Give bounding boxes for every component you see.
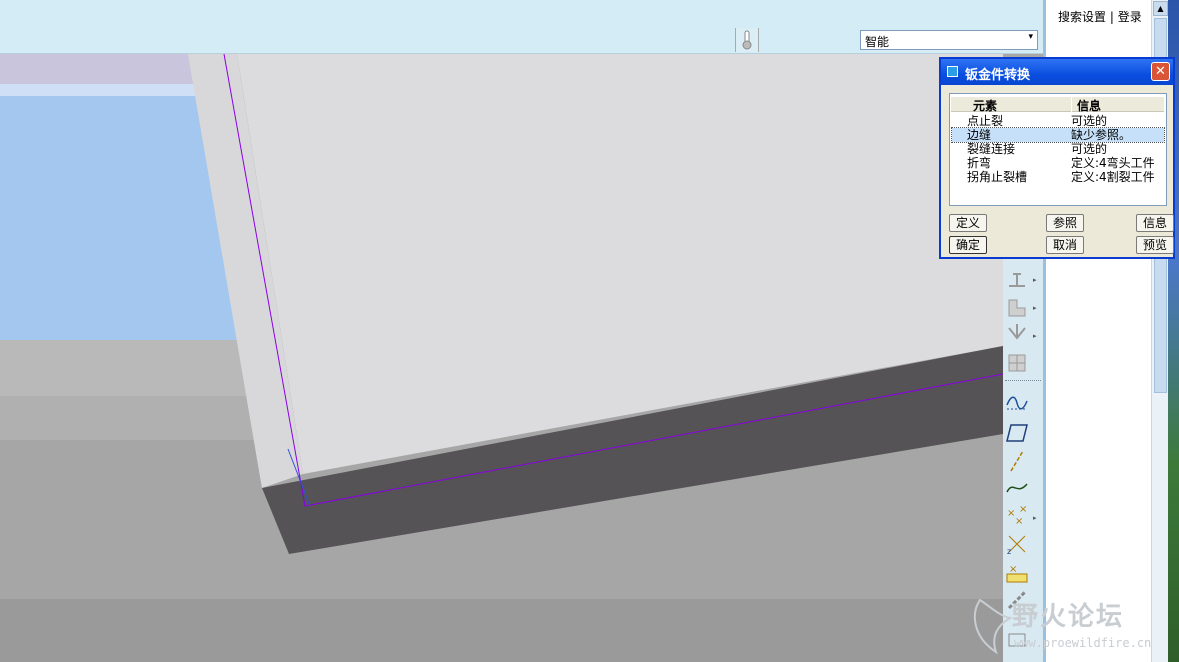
column-header-info[interactable]: 信息	[1072, 97, 1164, 113]
thermometer-icon[interactable]	[735, 28, 759, 52]
datum-axis-icon[interactable]	[1005, 449, 1029, 473]
list-item[interactable]: 裂缝连接 可选的	[952, 142, 1164, 156]
list-item[interactable]: 点止裂 可选的	[952, 114, 1164, 128]
selection-filter-dropdown[interactable]: 智能 ▾	[860, 30, 1038, 50]
scroll-up-icon[interactable]: ▲	[1153, 1, 1168, 16]
expand-arrow-icon[interactable]: ▸	[1033, 514, 1037, 522]
svg-text:×: ×	[1015, 516, 1023, 527]
element-name: 拐角止裂槽	[967, 170, 1028, 184]
selection-filter-value: 智能	[865, 35, 890, 49]
list-item[interactable]: 折弯 定义:4弯头工件	[952, 156, 1164, 170]
element-info: 定义:4弯头工件	[1071, 156, 1155, 170]
browser-links: 搜索设置 | 登录	[1058, 8, 1142, 25]
datum-curve-icon[interactable]	[1005, 476, 1029, 500]
chevron-down-icon[interactable]: ▾	[1028, 32, 1033, 42]
element-list: 元素 信息 点止裂 可选的 边缝 缺少参照。 裂缝连接 可选的 折弯 定义:4弯…	[949, 93, 1167, 206]
dialog-title: 钣金件转换	[965, 68, 1031, 83]
corner-relief-icon[interactable]	[1005, 351, 1029, 375]
cancel-button[interactable]: 取消	[1046, 236, 1084, 254]
preview-button[interactable]: 预览	[1136, 236, 1174, 254]
flange-icon[interactable]	[1005, 268, 1029, 292]
datum-point-icon[interactable]: ×××	[1005, 504, 1029, 528]
login-link[interactable]: 登录	[1118, 10, 1142, 24]
expand-arrow-icon[interactable]: ▸	[1033, 332, 1037, 340]
expand-arrow-icon[interactable]: ▸	[1033, 276, 1037, 284]
datum-point-field-icon[interactable]: ×	[1005, 560, 1029, 584]
datum-point-offset-icon[interactable]: z	[1005, 532, 1029, 556]
watermark-text: 野火论坛	[1012, 602, 1125, 632]
svg-text:z: z	[1007, 547, 1011, 556]
sketch-curve-icon[interactable]	[1005, 391, 1029, 415]
element-info: 可选的	[1071, 142, 1108, 156]
element-name: 边缝	[967, 128, 992, 142]
element-name: 点止裂	[967, 114, 1004, 128]
expand-arrow-icon[interactable]: ▸	[1033, 304, 1037, 312]
element-info: 定义:4割裂工件	[1071, 170, 1155, 184]
element-info: 缺少参照。	[1071, 128, 1132, 142]
ok-button[interactable]: 确定	[949, 236, 987, 254]
graphics-viewport[interactable]	[0, 54, 1003, 662]
reference-button[interactable]: 参照	[1046, 214, 1084, 232]
close-icon[interactable]: ✕	[1151, 62, 1170, 81]
dialog-title-bar[interactable]: 钣金件转换 ✕	[941, 59, 1173, 85]
toolbar-divider	[1005, 380, 1041, 381]
link-separator: |	[1109, 10, 1114, 24]
svg-text:×: ×	[1009, 564, 1017, 575]
info-button[interactable]: 信息	[1136, 214, 1174, 232]
unbend-icon[interactable]	[1005, 322, 1029, 346]
search-settings-link[interactable]: 搜索设置	[1058, 10, 1106, 24]
element-info: 可选的	[1071, 114, 1108, 128]
svg-text:×: ×	[1019, 504, 1027, 515]
define-button[interactable]: 定义	[949, 214, 987, 232]
list-item[interactable]: 拐角止裂槽 定义:4割裂工件	[952, 170, 1164, 184]
column-header-element[interactable]: 元素	[951, 97, 1071, 113]
sheetmetal-conversion-dialog: 钣金件转换 ✕ 元素 信息 点止裂 可选的 边缝 缺少参照。 裂缝连接 可选的 …	[939, 57, 1175, 259]
dialog-app-icon	[947, 66, 958, 77]
element-name: 裂缝连接	[967, 142, 1016, 156]
list-item-selected[interactable]: 边缝 缺少参照。	[951, 127, 1165, 143]
datum-plane-icon[interactable]	[1005, 421, 1029, 445]
bend-icon[interactable]	[1005, 296, 1029, 320]
watermark-url: www.proewildfire.cn	[1014, 636, 1152, 650]
element-name: 折弯	[967, 156, 992, 170]
